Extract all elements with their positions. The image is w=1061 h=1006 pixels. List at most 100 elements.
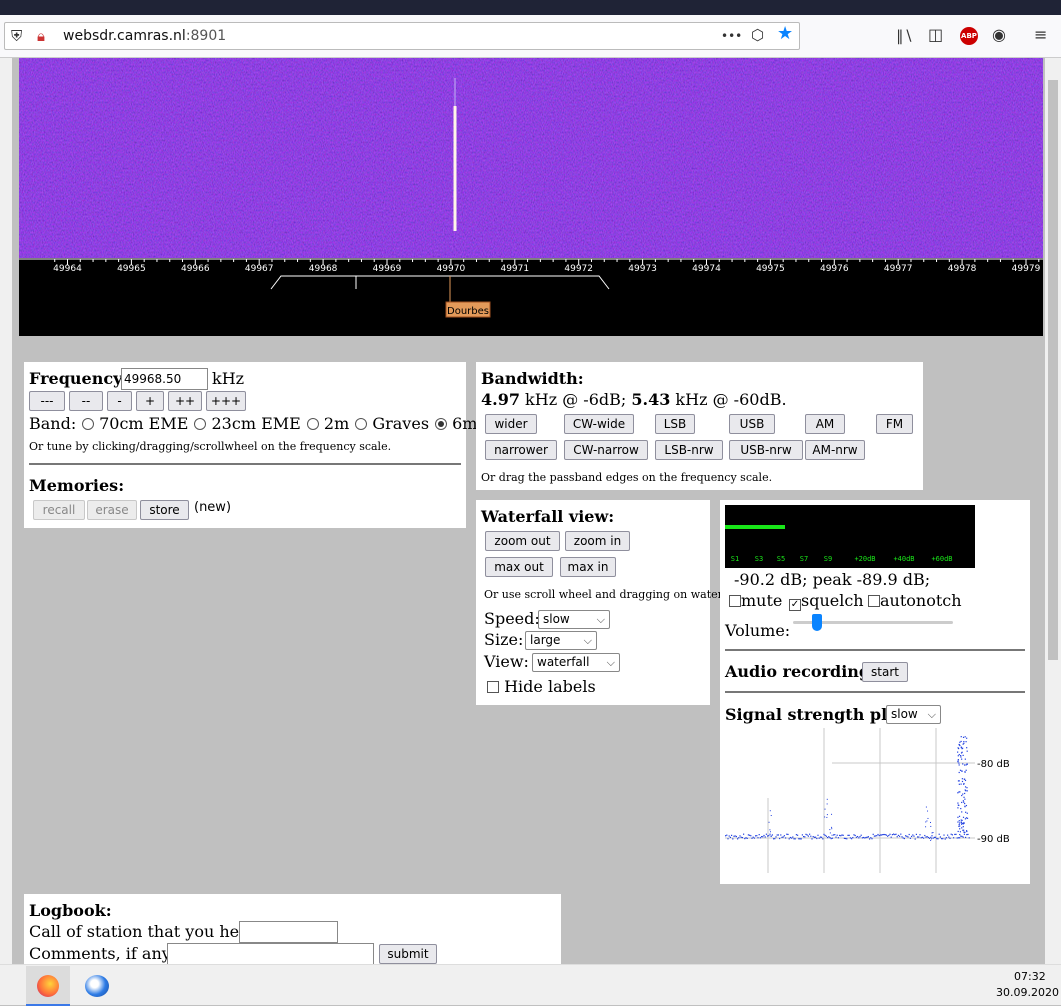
plot-point [757,837,759,839]
recall-button[interactable]: recall [33,500,85,520]
url-text[interactable]: websdr.camras.nl:8901 [63,28,226,44]
recording-start-button[interactable]: start [862,662,908,682]
menu-icon[interactable]: ≡ [1034,26,1047,44]
band-radio[interactable] [435,418,448,430]
mute-checkbox[interactable] [729,595,741,607]
tune-button[interactable]: +++ [206,391,246,411]
plot-speed-select[interactable]: slow [886,705,941,724]
plot-point [801,834,803,836]
firefox-icon [37,975,59,997]
comments-input[interactable] [167,943,374,965]
zoom-out-button[interactable]: zoom out [485,531,560,551]
url-bar[interactable]: ⛨ 🔒︎ websdr.camras.nl:8901 ••• ⬡ ★ [4,22,800,50]
max-out-button[interactable]: max out [485,557,553,577]
plot-point [964,792,966,795]
bandwidth-button[interactable]: LSB-nrw [655,440,723,460]
plot-point [962,793,964,795]
bandwidth-button[interactable]: LSB [655,414,695,434]
bandwidth-button[interactable]: narrower [485,440,557,460]
frequency-input[interactable]: 49968.50 [121,368,208,390]
plot-point [771,834,773,836]
memories-label: Memories: [29,476,125,495]
plot-point [965,790,967,792]
bandwidth-button[interactable]: AM [805,414,845,434]
band-option[interactable]: 2m [306,414,349,433]
bandwidth-button[interactable]: USB-nrw [729,440,803,460]
plot-point [829,837,831,839]
plot-point [957,755,959,757]
tune-button[interactable]: -- [69,391,103,411]
scrollbar-thumb[interactable] [1048,80,1058,660]
size-select[interactable]: large [525,631,597,650]
plot-point [731,834,733,836]
volume-slider-thumb[interactable] [812,614,822,631]
plot-point [787,833,789,836]
bandwidth-button[interactable]: FM [876,414,913,434]
plot-point [764,836,766,838]
thunderbird-icon[interactable] [85,975,109,997]
tune-button[interactable]: + [136,391,164,411]
bandwidth-button[interactable]: AM-nrw [805,440,865,460]
band-radio[interactable] [306,418,319,430]
plot-point [882,833,884,836]
account-icon[interactable]: ◉ [992,26,1006,44]
frequency-scale[interactable]: 49964 49965 49966 49967 49968 49969 49970 49971… [19,258,1043,336]
waterfall-display[interactable] [19,58,1043,259]
plot-point [861,837,863,839]
view-select[interactable]: waterfall [532,653,620,672]
shield-icon[interactable]: ⛨ [11,27,22,45]
squelch-option[interactable]: ✓ squelch [789,591,864,611]
band-option[interactable]: 70cm EME [82,414,188,433]
abp-icon[interactable]: ABP [960,27,978,45]
more-icon[interactable]: ••• [721,27,742,45]
band-radio[interactable] [355,418,368,430]
plot-point [920,837,922,839]
zoom-in-button[interactable]: zoom in [565,531,630,551]
mute-option[interactable]: mute [729,591,782,610]
hide-labels-checkbox[interactable] [487,681,499,693]
sidebar-icon[interactable]: ◫ [928,26,943,44]
frequency-label: Frequency: [29,369,129,388]
tune-button[interactable]: --- [29,391,65,411]
passband-bracket[interactable] [270,275,610,290]
call-input[interactable] [239,921,338,943]
signal-strength-plot: -80 dB -90 dB [725,728,1010,873]
plot-point [931,838,933,840]
speed-select[interactable]: slow [538,610,610,629]
autonotch-checkbox[interactable] [868,595,880,607]
band-option[interactable]: 23cm EME [194,414,301,433]
browser-toolbar: ⛨ 🔒︎ websdr.camras.nl:8901 ••• ⬡ ★ ∥∖ ◫ … [0,15,1061,58]
bandwidth-button[interactable]: wider [485,414,537,434]
plot-point [909,837,911,839]
library-icon[interactable]: ∥∖ [896,27,913,45]
plot-point [925,806,927,808]
star-icon[interactable]: ★ [777,25,793,43]
plot-point [855,836,857,838]
bandwidth-button[interactable]: USB [729,414,775,434]
plot-point [925,821,927,823]
band-radio[interactable] [194,418,207,430]
bandwidth-button[interactable]: CW-narrow [564,440,648,460]
erase-button[interactable]: erase [87,500,137,520]
max-in-button[interactable]: max in [560,557,616,577]
plot-point [831,813,833,815]
band-option[interactable]: Graves [355,414,429,433]
hide-labels-option[interactable]: Hide labels [487,677,596,696]
scale-tick-label: 49974 [692,264,721,274]
plot-point [962,826,964,828]
band-radio[interactable] [82,418,94,430]
autonotch-option[interactable]: autonotch [868,591,962,610]
vertical-scrollbar[interactable] [1045,58,1061,964]
submit-button[interactable]: submit [379,944,437,964]
scale-tick-label: 49973 [628,264,657,274]
firefox-taskbar-item[interactable] [26,966,70,1006]
no-lock-icon[interactable]: 🔒︎ [37,27,45,45]
squelch-checkbox[interactable]: ✓ [789,599,801,611]
band-option[interactable]: 6m [435,414,477,433]
store-button[interactable]: store [140,500,189,520]
scale-tick-label: 49969 [373,264,402,274]
tune-button[interactable]: - [107,391,132,411]
tune-button[interactable]: ++ [168,391,202,411]
pocket-icon[interactable]: ⬡ [751,26,764,44]
bandwidth-button[interactable]: CW-wide [564,414,634,434]
